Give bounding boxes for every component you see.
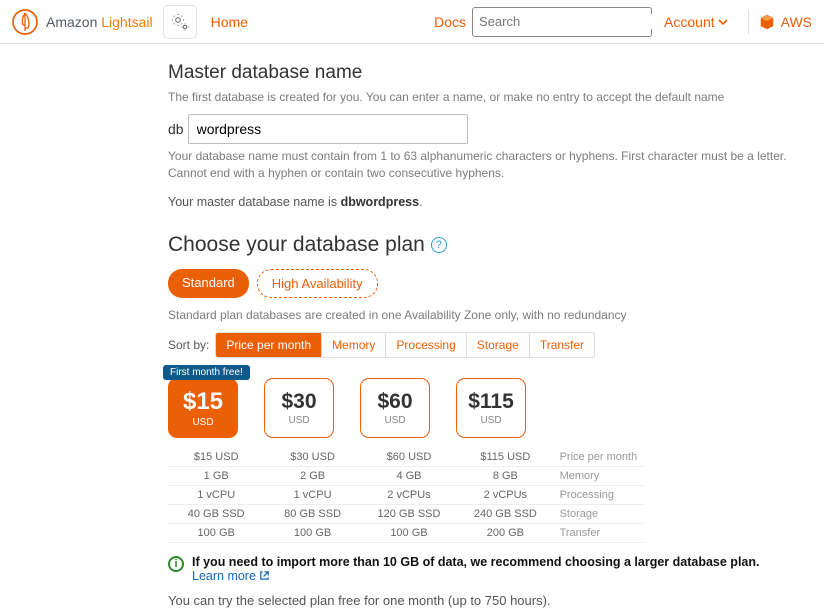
master-db-title: Master database name: [168, 62, 822, 84]
row-label: Transfer: [554, 523, 644, 542]
sort-tab-price[interactable]: Price per month: [216, 333, 322, 357]
learn-more-link[interactable]: Learn more: [192, 569, 270, 583]
db-name-row: db: [168, 114, 822, 144]
db-prefix-label: db: [168, 114, 188, 144]
account-link[interactable]: Account: [664, 14, 728, 30]
lightsail-logo-icon: [12, 9, 38, 35]
tab-standard[interactable]: Standard: [168, 269, 249, 298]
sort-tab-memory[interactable]: Memory: [322, 333, 386, 357]
plan-type-tabs: Standard High Availability: [168, 269, 822, 298]
first-month-free-badge: First month free!: [163, 365, 250, 380]
table-row: 100 GB 100 GB 100 GB 200 GB Transfer: [168, 523, 644, 542]
row-label: Storage: [554, 504, 644, 523]
info-banner: i If you need to import more than 10 GB …: [168, 555, 822, 583]
plan-currency: USD: [384, 415, 405, 426]
logo-text: Amazon Lightsail: [46, 14, 153, 30]
tab-high-availability[interactable]: High Availability: [257, 269, 378, 298]
sort-tab-processing[interactable]: Processing: [386, 333, 466, 357]
main-content: Master database name The first database …: [0, 44, 822, 608]
sort-tab-storage[interactable]: Storage: [467, 333, 530, 357]
row-label: Memory: [554, 466, 644, 485]
divider: [748, 10, 749, 34]
plan-description: Standard plan databases are created in o…: [168, 308, 822, 322]
sort-tabs: Price per month Memory Processing Storag…: [215, 332, 595, 358]
table-row: $15 USD $30 USD $60 USD $115 USD Price p…: [168, 448, 644, 467]
plan-price: $15: [183, 388, 223, 416]
row-label: Processing: [554, 485, 644, 504]
plan-cards: First month free! $15 USD $30 USD $60 US…: [168, 378, 822, 438]
db-name-input[interactable]: [188, 114, 468, 144]
info-text: If you need to import more than 10 GB of…: [192, 555, 759, 583]
plan-header: Choose your database plan ?: [168, 233, 822, 257]
sort-label: Sort by:: [168, 338, 209, 352]
plan-price: $60: [377, 390, 412, 414]
table-row: 40 GB SSD 80 GB SSD 120 GB SSD 240 GB SS…: [168, 504, 644, 523]
trial-text: You can try the selected plan free for o…: [168, 593, 822, 608]
logo[interactable]: Amazon Lightsail: [12, 9, 153, 35]
db-name-confirm: Your master database name is dbwordpress…: [168, 195, 822, 209]
plan-currency: USD: [288, 415, 309, 426]
sort-row: Sort by: Price per month Memory Processi…: [168, 332, 822, 358]
plan-price: $115: [468, 390, 514, 414]
plan-title: Choose your database plan: [168, 233, 425, 257]
plan-price: $30: [281, 390, 316, 414]
cube-icon: [759, 14, 775, 30]
gear-icon: [169, 11, 191, 33]
top-bar: Amazon Lightsail Home Docs Account: [0, 0, 824, 44]
row-label: Price per month: [554, 448, 644, 467]
db-name-hint: Your database name must contain from 1 t…: [168, 148, 822, 183]
plan-currency: USD: [192, 417, 213, 428]
plan-currency: USD: [480, 415, 501, 426]
spec-table: $15 USD $30 USD $60 USD $115 USD Price p…: [168, 448, 644, 543]
settings-button[interactable]: [163, 5, 197, 39]
docs-link[interactable]: Docs: [434, 14, 466, 30]
table-row: 1 vCPU 1 vCPU 2 vCPUs 2 vCPUs Processing: [168, 485, 644, 504]
sort-tab-transfer[interactable]: Transfer: [530, 333, 594, 357]
chevron-down-icon: [718, 17, 728, 27]
table-row: 1 GB 2 GB 4 GB 8 GB Memory: [168, 466, 644, 485]
external-link-icon: [259, 570, 270, 581]
plan-card-30[interactable]: $30 USD: [264, 378, 334, 438]
info-icon: i: [168, 556, 184, 572]
search-input[interactable]: [479, 14, 655, 29]
aws-link[interactable]: AWS: [759, 14, 812, 30]
search-box[interactable]: [472, 7, 652, 37]
plan-card-15[interactable]: First month free! $15 USD: [168, 378, 238, 438]
master-db-subtitle: The first database is created for you. Y…: [168, 90, 822, 104]
plan-card-60[interactable]: $60 USD: [360, 378, 430, 438]
home-link[interactable]: Home: [211, 14, 248, 30]
help-icon[interactable]: ?: [431, 237, 447, 253]
plan-card-115[interactable]: $115 USD: [456, 378, 526, 438]
